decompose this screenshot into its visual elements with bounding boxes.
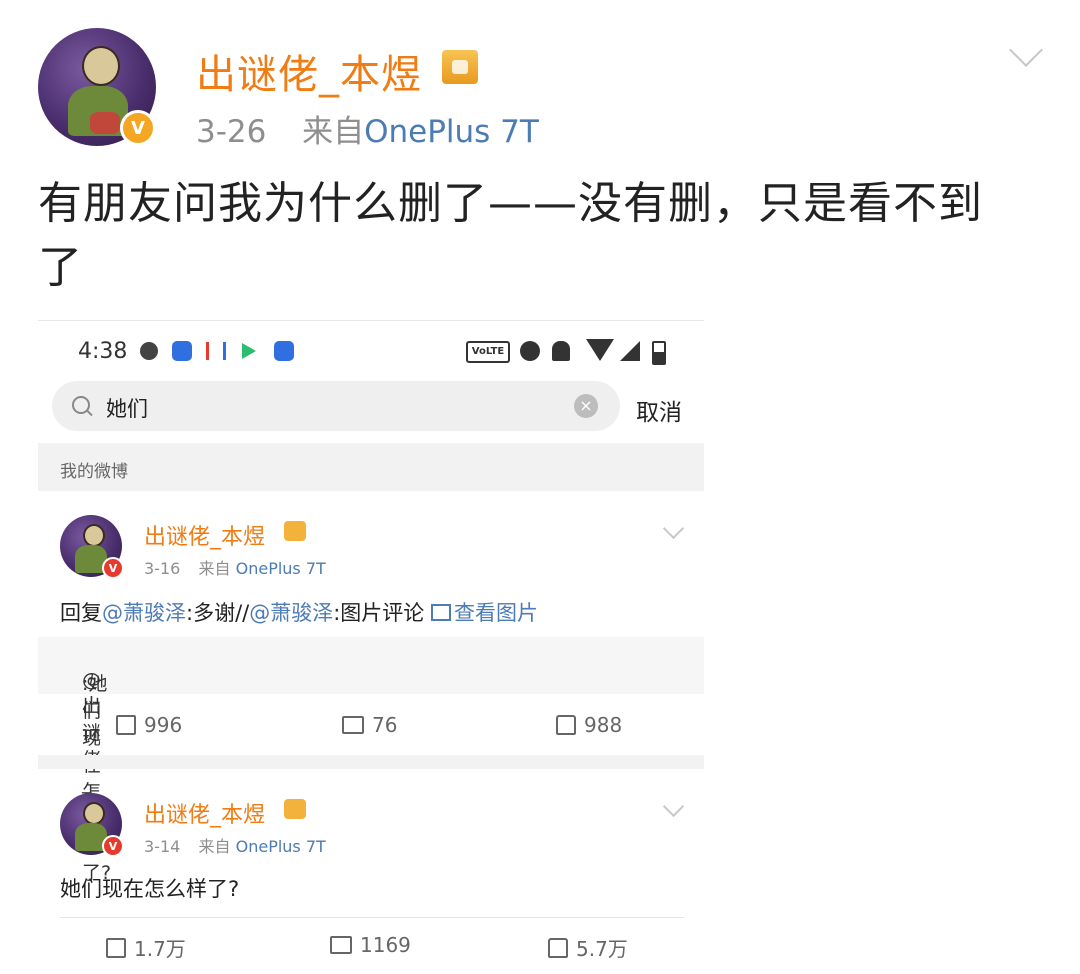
app-icon — [172, 341, 192, 361]
author-name[interactable]: 出谜佬_本煜 — [196, 42, 422, 100]
like-button[interactable]: 988 — [556, 713, 622, 737]
repost-icon — [116, 715, 136, 735]
embedded-screenshot: 4:38 VoLTE 她们 × 取消 我的微博 V 出谜佬_本煜 3-16 来自… — [38, 320, 704, 974]
image-icon — [431, 604, 451, 621]
battery-icon — [652, 341, 666, 365]
comment-icon — [330, 936, 352, 954]
card-author-name[interactable]: 出谜佬_本煜 — [144, 519, 265, 551]
crown-membership-icon — [284, 799, 306, 819]
chevron-down-icon[interactable] — [1009, 33, 1043, 67]
mute-bell-icon — [552, 341, 570, 361]
divider — [60, 917, 684, 918]
reply-text-after: :图片评论 — [333, 601, 431, 625]
signal-icon — [620, 341, 640, 361]
post-source-device[interactable]: OnePlus 7T — [364, 114, 539, 150]
search-input[interactable]: 她们 — [106, 393, 148, 423]
comment-icon — [342, 716, 364, 734]
crown-membership-icon — [284, 521, 306, 541]
like-button[interactable]: 5.7万 — [548, 933, 628, 962]
do-not-disturb-icon — [520, 341, 540, 361]
thumbs-up-icon — [556, 715, 576, 735]
app-icon — [274, 341, 294, 361]
card-text: 她们现在怎么样了? — [60, 877, 240, 901]
clear-search-icon[interactable]: × — [574, 394, 598, 418]
repost-icon — [106, 937, 126, 958]
section-title: 我的微博 — [60, 462, 128, 482]
search-icon-handle — [86, 409, 93, 417]
quoted-post[interactable]: @出谜佬_本煜 :她们现在怎么样了? — [38, 637, 704, 884]
cancel-button[interactable]: 取消 — [636, 393, 682, 427]
repost-button[interactable]: 1.7万 — [106, 933, 186, 962]
reply-text: :多谢// — [186, 601, 250, 625]
crown-membership-icon — [442, 50, 478, 84]
card-meta: 3-16 来自 OnePlus 7T — [144, 555, 326, 579]
search-bar[interactable]: 她们 × — [52, 381, 620, 431]
verified-badge-icon: V — [102, 835, 124, 857]
card-source-prefix: 来自 — [198, 559, 231, 578]
mention-link[interactable]: @萧骏泽 — [249, 601, 333, 625]
chevron-down-icon[interactable] — [662, 795, 685, 818]
comment-button[interactable]: 1169 — [330, 933, 411, 957]
post-body: 有朋友问我为什么删了——没有删，只是看不到 了 — [38, 172, 1048, 300]
comment-count: 76 — [372, 713, 398, 737]
post-source-prefix: 来自 — [302, 114, 365, 150]
status-time: 4:38 — [78, 339, 128, 364]
card-source-prefix: 来自 — [198, 837, 231, 856]
comment-count: 1169 — [360, 933, 411, 957]
post-meta: 3-26 来自OnePlus 7T — [196, 106, 539, 151]
like-count: 5.7万 — [576, 937, 628, 961]
reply-prefix: 回复 — [60, 601, 102, 625]
card-source-device[interactable]: OnePlus 7T — [236, 837, 326, 856]
card-date: 3-16 — [144, 559, 181, 578]
card-author-name[interactable]: 出谜佬_本煜 — [144, 797, 265, 829]
card-text: 回复@萧骏泽:多谢//@萧骏泽:图片评论 查看图片 — [60, 597, 538, 627]
post-date: 3-26 — [196, 114, 267, 150]
chevron-down-icon[interactable] — [662, 517, 685, 540]
card-divider — [38, 755, 704, 769]
message-icon — [140, 342, 158, 360]
post-text-line-1: 有朋友问我为什么删了——没有删，只是看不到 — [38, 178, 983, 229]
mention-link[interactable]: @萧骏泽 — [102, 601, 186, 625]
thumbs-up-icon — [548, 937, 568, 958]
card-date: 3-14 — [144, 837, 181, 856]
repost-button[interactable]: 996 — [116, 713, 182, 737]
verified-badge-icon: V — [120, 110, 156, 146]
like-count: 988 — [584, 713, 623, 737]
play-icon — [242, 343, 256, 359]
card-meta: 3-14 来自 OnePlus 7T — [144, 833, 326, 857]
verified-badge-icon: V — [102, 557, 124, 579]
section-header: 我的微博 — [38, 443, 704, 491]
wifi-icon — [586, 339, 614, 361]
card-source-device[interactable]: OnePlus 7T — [236, 559, 326, 578]
volte-icon: VoLTE — [466, 341, 510, 363]
app-icon — [206, 342, 226, 360]
repost-count: 996 — [144, 713, 183, 737]
repost-count: 1.7万 — [134, 937, 186, 961]
view-image-link[interactable]: 查看图片 — [431, 601, 538, 625]
post-text-line-2: 了 — [38, 242, 83, 293]
comment-button[interactable]: 76 — [342, 713, 397, 737]
